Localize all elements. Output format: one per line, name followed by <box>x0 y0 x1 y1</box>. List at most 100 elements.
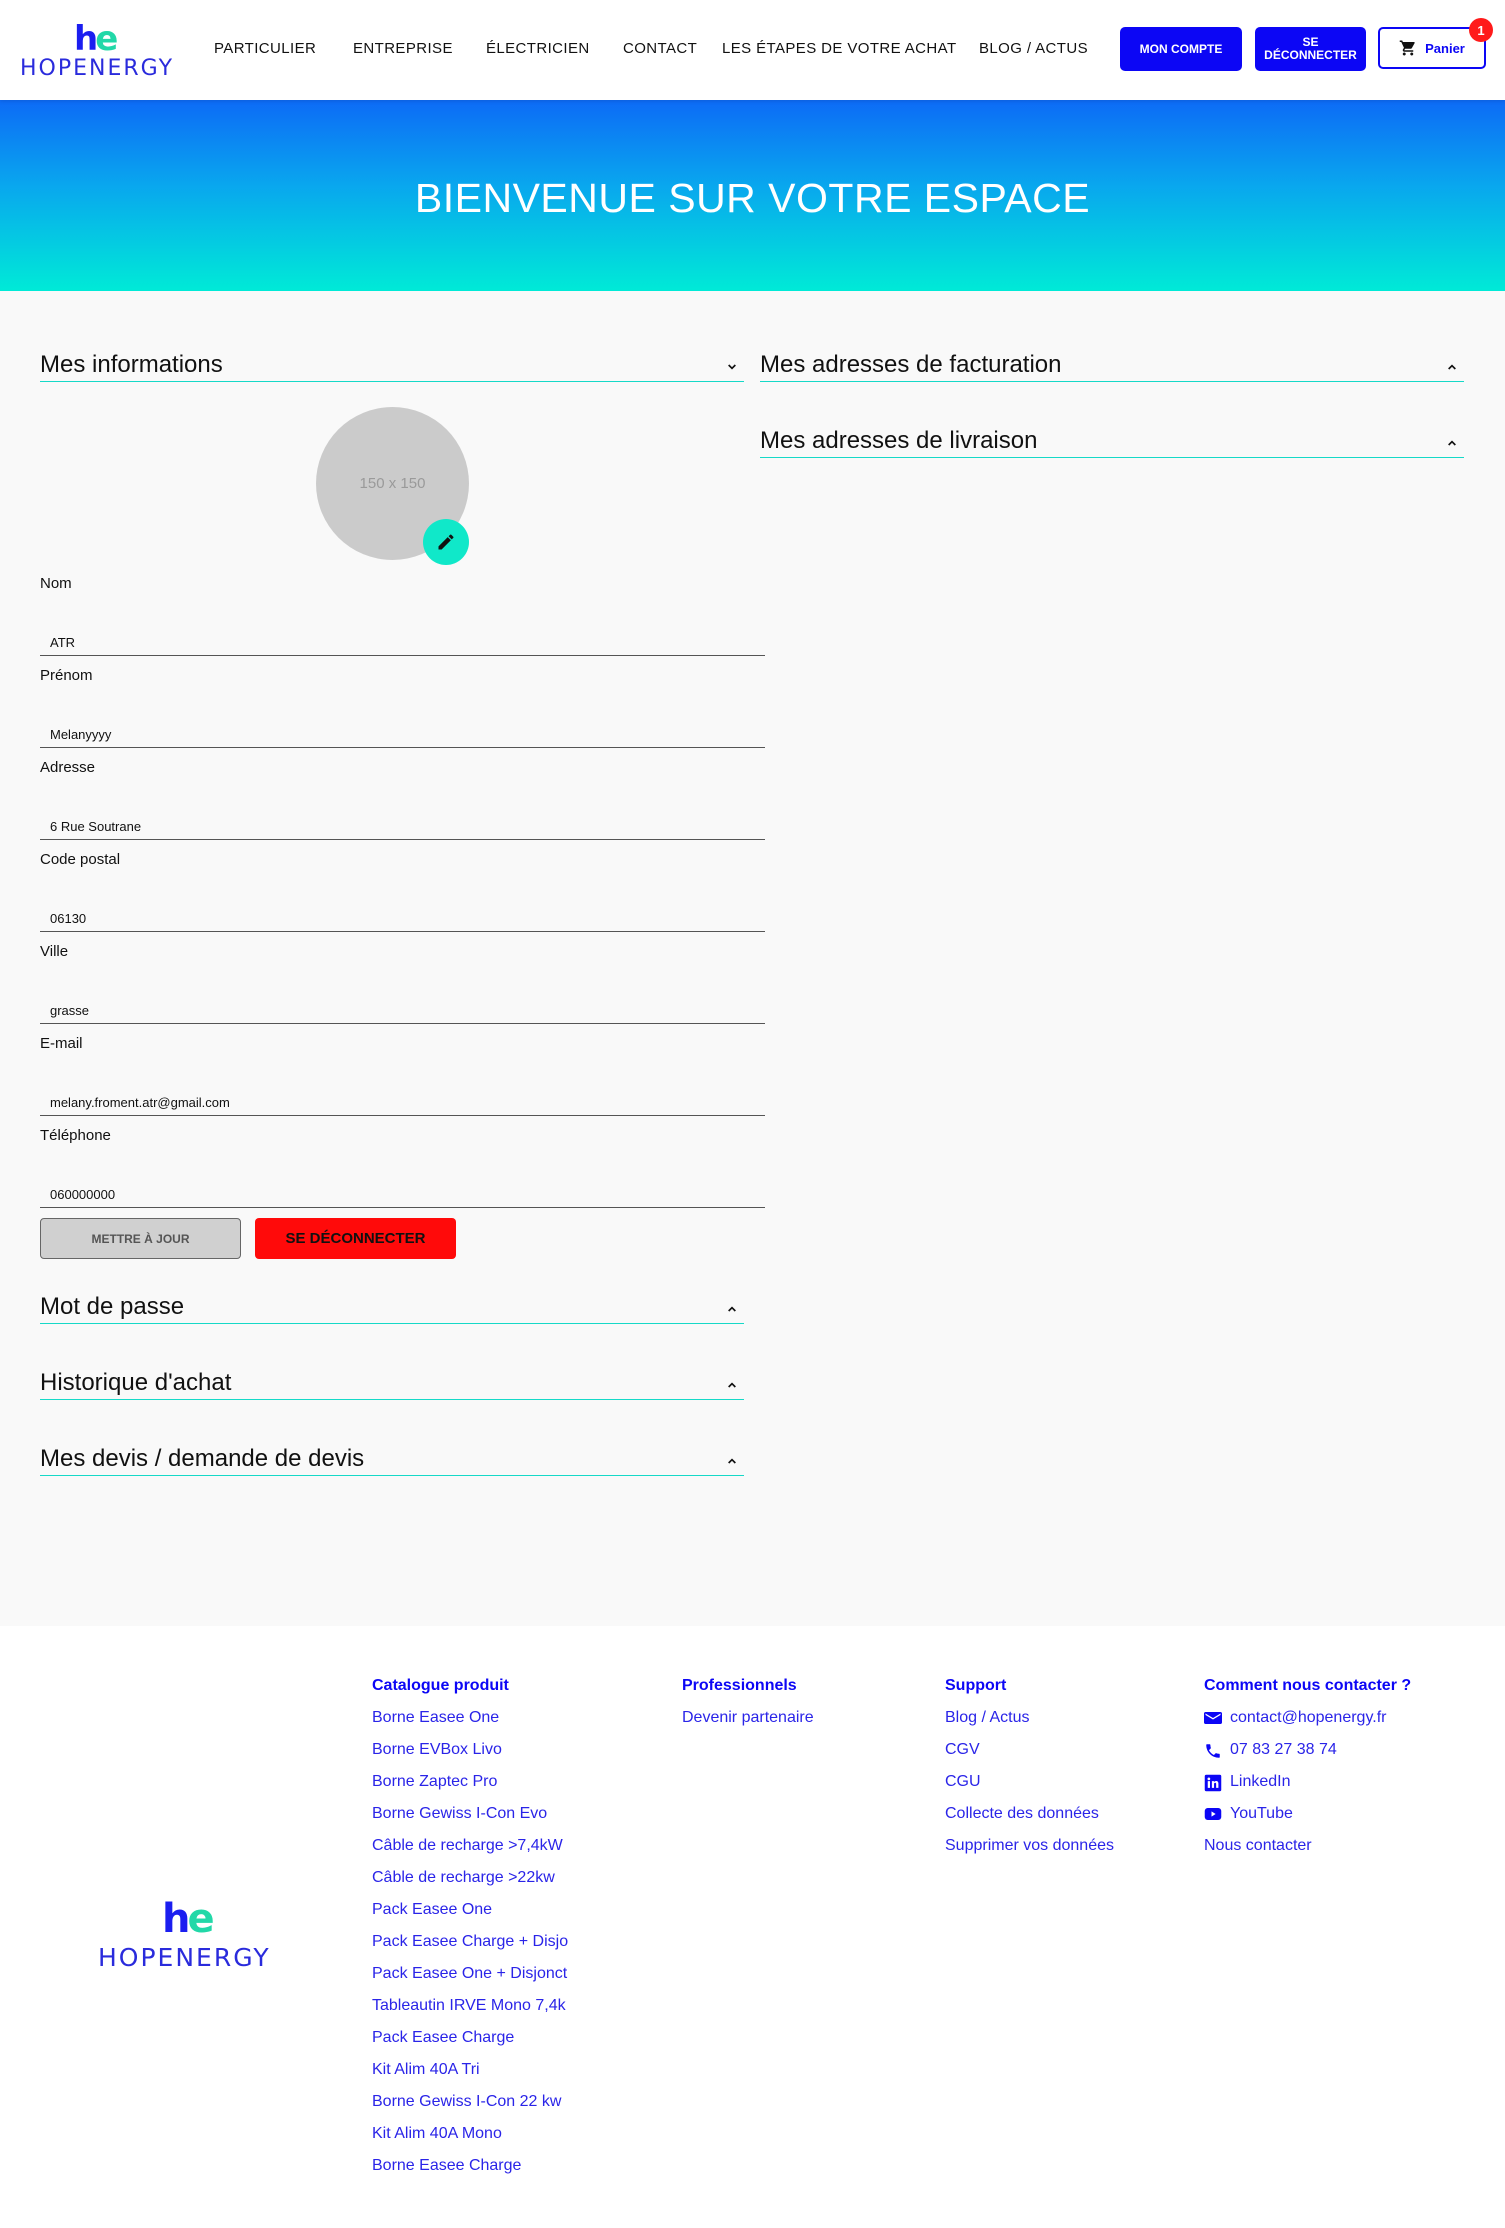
footer-heading: Support <box>945 1677 1007 1694</box>
footer-heading: Comment nous contacter ? <box>1204 1677 1412 1694</box>
chevron-up-icon <box>1448 440 1456 446</box>
chevron-down-icon <box>728 364 736 370</box>
footer-link[interactable]: Pack Easee Charge <box>372 2029 568 2061</box>
footer-pro-column: Professionnels Devenir partenaire <box>682 1677 814 1741</box>
nav-particulier[interactable]: PARTICULIER <box>214 40 316 57</box>
footer-link[interactable]: Borne Easee Charge <box>372 2157 568 2189</box>
cart-label: Panier <box>1425 40 1465 56</box>
section-title: Mot de passe <box>40 1293 185 1320</box>
logo-wordmark: HOPENERGY <box>20 56 175 81</box>
cart-count-badge: 1 <box>1469 18 1493 42</box>
footer-link[interactable]: Borne EVBox Livo <box>372 1741 568 1773</box>
hero-banner: BIENVENUE SUR VOTRE ESPACE <box>0 100 1505 291</box>
footer-link[interactable]: Borne Gewiss I-Con Evo <box>372 1805 568 1837</box>
nav-blog[interactable]: BLOG / ACTUS <box>979 40 1088 57</box>
field-label-ville: Ville <box>40 943 69 960</box>
site-footer: he HOPENERGY Catalogue produit Borne Eas… <box>0 1626 1505 2228</box>
envelope-icon <box>1204 1712 1222 1724</box>
field-label-code-postal: Code postal <box>40 851 121 868</box>
footer-linkedin-link[interactable]: LinkedIn <box>1204 1773 1411 1805</box>
field-label-email: E-mail <box>40 1035 83 1052</box>
footer-link[interactable]: Collecte des données <box>945 1805 1114 1837</box>
chevron-up-icon <box>728 1458 736 1464</box>
section-historique-achat[interactable]: Historique d'achat <box>40 1369 744 1400</box>
adresse-input[interactable] <box>40 804 765 840</box>
footer-link[interactable]: CGV <box>945 1741 1114 1773</box>
footer-link[interactable]: Borne Easee One <box>372 1709 568 1741</box>
chevron-up-icon <box>728 1382 736 1388</box>
footer-link[interactable]: Borne Gewiss I-Con 22 kw <box>372 2093 568 2125</box>
youtube-icon <box>1204 1808 1222 1820</box>
footer-catalogue-column: Catalogue produit Borne Easee One Borne … <box>372 1677 568 2189</box>
footer-youtube-link[interactable]: YouTube <box>1204 1805 1411 1837</box>
nav-etapes-achat[interactable]: LES ÉTAPES DE VOTRE ACHAT <box>722 40 957 57</box>
telephone-input[interactable] <box>40 1172 765 1208</box>
linkedin-icon <box>1204 1774 1222 1792</box>
section-title: Mes informations <box>40 351 223 378</box>
footer-link[interactable]: Tableautin IRVE Mono 7,4k <box>372 1997 568 2029</box>
field-label-telephone: Téléphone <box>40 1127 111 1144</box>
logout-button[interactable]: SE DÉCONNECTER <box>255 1218 456 1259</box>
footer-email-link[interactable]: contact@hopenergy.fr <box>1204 1709 1411 1741</box>
header-logout-label-2: DÉCONNECTER <box>1264 48 1357 62</box>
footer-email-text: contact@hopenergy.fr <box>1230 1709 1387 1726</box>
update-button[interactable]: METTRE À JOUR <box>40 1218 241 1259</box>
email-input[interactable] <box>40 1080 765 1116</box>
section-adresses-livraison[interactable]: Mes adresses de livraison <box>760 427 1464 458</box>
footer-contact-link[interactable]: Nous contacter <box>1204 1837 1411 1869</box>
footer-link[interactable]: CGU <box>945 1773 1114 1805</box>
ville-input[interactable] <box>40 988 765 1024</box>
nav-entreprise[interactable]: ENTREPRISE <box>353 40 453 57</box>
nav-electricien[interactable]: ÉLECTRICIEN <box>486 40 590 57</box>
nav-contact[interactable]: CONTACT <box>623 40 697 57</box>
logo-mark: he <box>74 19 118 59</box>
section-title: Mes adresses de livraison <box>760 427 1038 454</box>
footer-linkedin-text: LinkedIn <box>1230 1773 1291 1790</box>
field-label-adresse: Adresse <box>40 759 96 776</box>
footer-logo[interactable]: he HOPENERGY <box>98 1899 288 1979</box>
field-label-nom: Nom <box>40 575 72 592</box>
field-label-prenom: Prénom <box>40 667 93 684</box>
header-logout-button[interactable]: SE DÉCONNECTER <box>1255 27 1366 71</box>
footer-link[interactable]: Borne Zaptec Pro <box>372 1773 568 1805</box>
cart-icon <box>1399 40 1415 56</box>
pencil-icon <box>438 534 454 550</box>
logo-wordmark: HOPENERGY <box>98 1943 271 1972</box>
footer-phone-link[interactable]: 07 83 27 38 74 <box>1204 1741 1411 1773</box>
header-logo[interactable]: he HOPENERGY <box>20 19 172 82</box>
hero-title: BIENVENUE SUR VOTRE ESPACE <box>414 174 1091 221</box>
footer-link[interactable]: Devenir partenaire <box>682 1709 814 1741</box>
section-mes-informations[interactable]: Mes informations <box>40 351 744 382</box>
footer-heading: Professionnels <box>682 1677 797 1694</box>
footer-contact-column: Comment nous contacter ? contact@hopener… <box>1204 1677 1411 1869</box>
edit-avatar-button[interactable] <box>423 519 469 565</box>
footer-link[interactable]: Kit Alim 40A Tri <box>372 2061 568 2093</box>
section-title: Mes adresses de facturation <box>760 351 1062 378</box>
chevron-up-icon <box>728 1306 736 1312</box>
footer-link[interactable]: Pack Easee Charge + Disjo <box>372 1933 568 1965</box>
section-devis[interactable]: Mes devis / demande de devis <box>40 1445 744 1476</box>
footer-link[interactable]: Kit Alim 40A Mono <box>372 2125 568 2157</box>
footer-link[interactable]: Pack Easee One + Disjonct <box>372 1965 568 1997</box>
section-title: Mes devis / demande de devis <box>40 1445 365 1472</box>
footer-support-column: Support Blog / Actus CGV CGU Collecte de… <box>945 1677 1114 1869</box>
footer-link[interactable]: Câble de recharge >7,4kW <box>372 1837 568 1869</box>
nom-input[interactable] <box>40 620 765 656</box>
footer-phone-text: 07 83 27 38 74 <box>1230 1741 1337 1758</box>
footer-link[interactable]: Câble de recharge >22kw <box>372 1869 568 1901</box>
logo-mark: he <box>162 1896 215 1942</box>
footer-heading: Catalogue produit <box>372 1677 509 1694</box>
chevron-up-icon <box>1448 364 1456 370</box>
footer-link[interactable]: Blog / Actus <box>945 1709 1114 1741</box>
section-title: Historique d'achat <box>40 1369 232 1396</box>
code-postal-input[interactable] <box>40 896 765 932</box>
section-mot-de-passe[interactable]: Mot de passe <box>40 1293 744 1324</box>
footer-youtube-text: YouTube <box>1230 1805 1293 1822</box>
prenom-input[interactable] <box>40 712 765 748</box>
footer-link[interactable]: Supprimer vos données <box>945 1837 1114 1869</box>
site-header: he HOPENERGY PARTICULIER ENTREPRISE ÉLEC… <box>0 0 1505 100</box>
phone-icon <box>1206 1744 1220 1758</box>
footer-link[interactable]: Pack Easee One <box>372 1901 568 1933</box>
section-adresses-facturation[interactable]: Mes adresses de facturation <box>760 351 1464 382</box>
account-button[interactable]: MON COMPTE <box>1120 27 1242 71</box>
